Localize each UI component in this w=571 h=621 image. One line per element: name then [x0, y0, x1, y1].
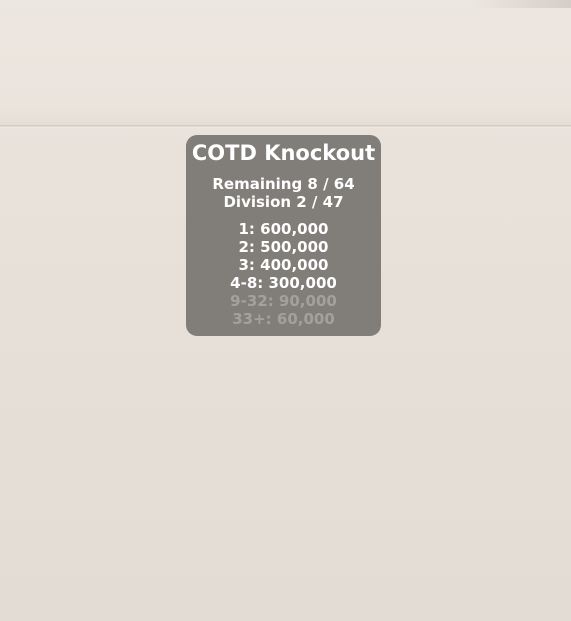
prize-row-4-8: 4-8: 300,000 [230, 274, 337, 292]
division-number: Division 2 / 47 [223, 193, 344, 211]
scene-background-ledge [0, 0, 571, 127]
scene-background-corner [470, 0, 571, 8]
prize-row-3: 3: 400,000 [238, 256, 329, 274]
remaining-count: Remaining 8 / 64 [212, 175, 355, 193]
prize-row-2: 2: 500,000 [238, 238, 329, 256]
prize-row-33-plus: 33+: 60,000 [232, 310, 335, 328]
prize-list: 1: 600,000 2: 500,000 3: 400,000 4-8: 30… [186, 220, 381, 328]
status-info: Remaining 8 / 64 Division 2 / 47 [186, 175, 381, 211]
prize-row-9-32: 9-32: 90,000 [230, 292, 337, 310]
prize-row-1: 1: 600,000 [238, 220, 329, 238]
cotd-knockout-panel: COTD Knockout Remaining 8 / 64 Division … [186, 135, 381, 336]
scene-background-seam [0, 125, 571, 128]
panel-title: COTD Knockout [191, 141, 376, 165]
